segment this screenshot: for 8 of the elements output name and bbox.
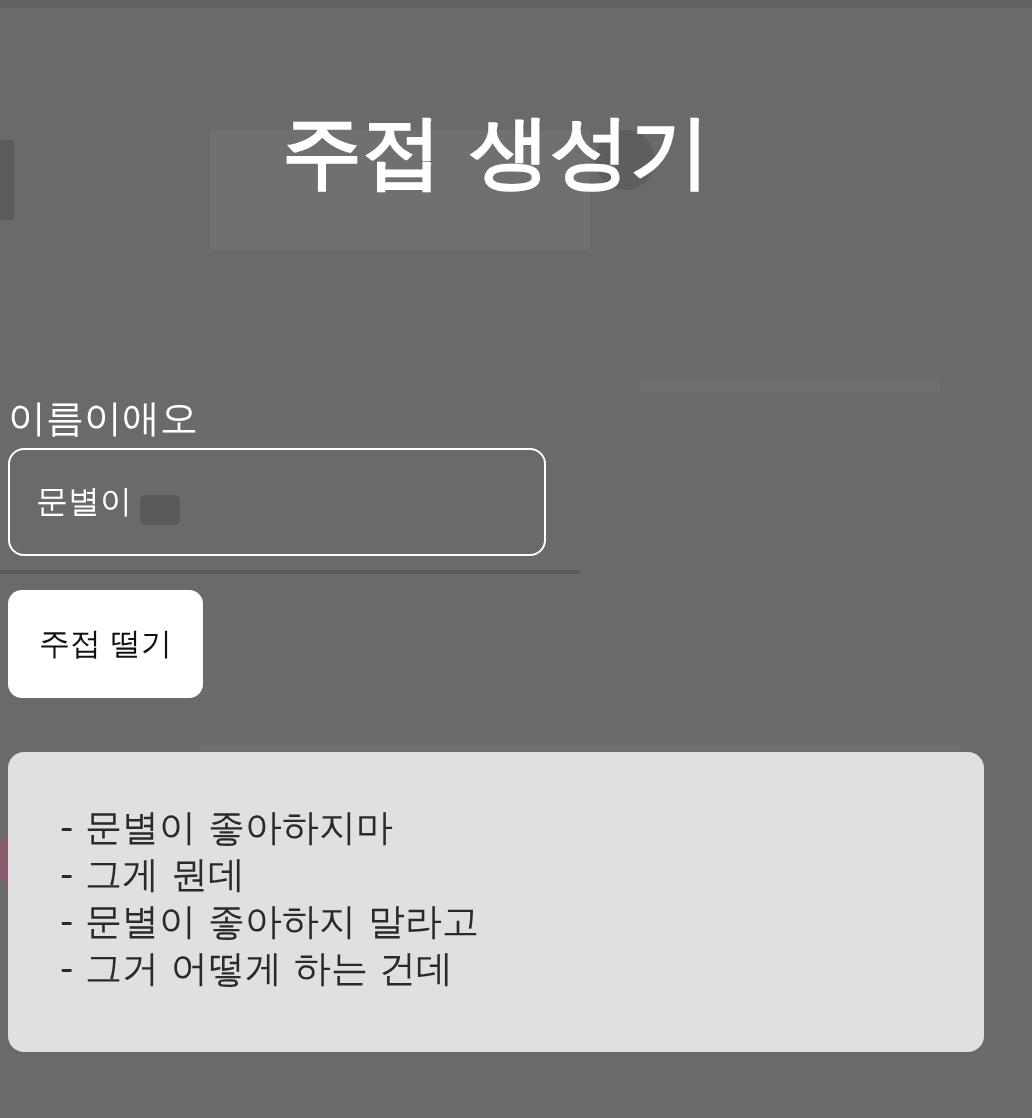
name-label: 이름이애오 — [8, 396, 198, 442]
page-title: 주접 생성기 — [282, 104, 710, 200]
generate-button[interactable]: 주접 떨기 — [8, 589, 203, 698]
result-line: - 그게 뭔데 — [60, 851, 246, 898]
result-line: - 문별이 좋아하지 말라고 — [60, 898, 480, 945]
name-input[interactable]: 문별이 — [8, 447, 546, 556]
result-line: - 문별이 좋아하지마 — [60, 804, 394, 851]
result-line: - 그거 어떻게 하는 건데 — [60, 945, 455, 992]
